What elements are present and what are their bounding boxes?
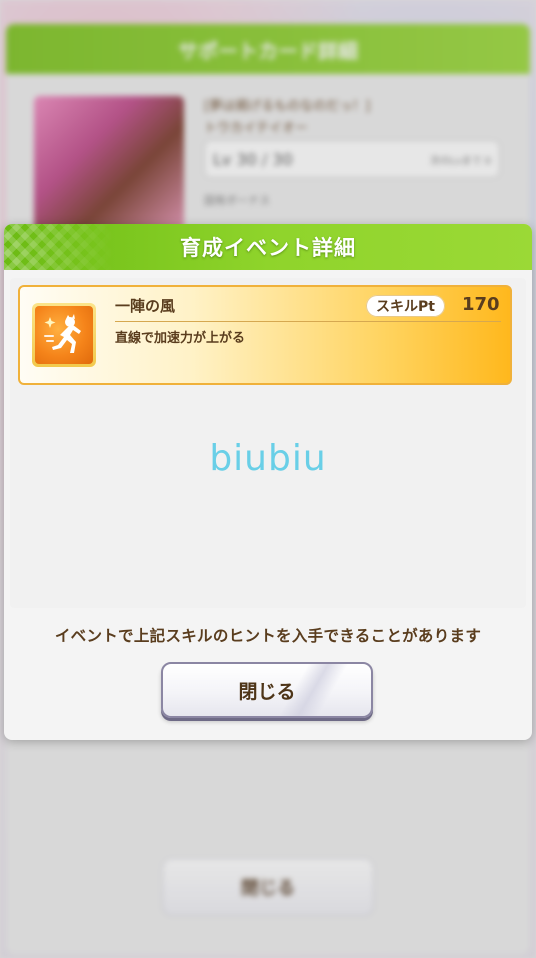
skill-pt-value: 170 [462,294,500,315]
speed-skill-icon [35,306,93,364]
skill-name: 一陣の風 [115,297,176,315]
skill-divider [115,321,501,322]
dialog-body: 一陣の風 スキルPt 170 直線で加速力が上がる biubiu [10,278,526,608]
skill-icon-frame [32,303,96,367]
skill-card[interactable]: 一陣の風 スキルPt 170 直線で加速力が上がる [18,285,512,385]
running-figure-icon [44,314,81,353]
dialog-header: 育成イベント詳細 [4,224,532,270]
skill-pt-label: スキルPt [366,295,445,317]
close-button-label: 閉じる [238,680,296,703]
event-detail-dialog: 育成イベント詳細 一陣の風 スキルPt 170 直線で加速力が上がる biubi… [4,224,532,740]
skill-description: 直線で加速力が上がる [115,331,246,346]
close-button[interactable]: 閉じる [161,662,373,718]
watermark-logo: biubiu [209,438,327,479]
hint-notice: イベントで上記スキルのヒントを入手できることがあります [54,627,482,645]
dialog-title: 育成イベント詳細 [180,236,356,260]
